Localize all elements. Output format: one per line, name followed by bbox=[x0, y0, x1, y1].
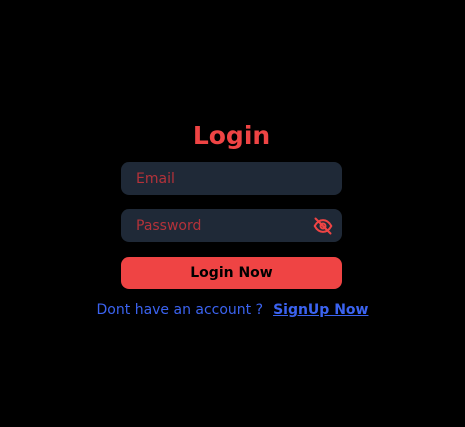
signup-prompt: Dont have an account ? bbox=[96, 302, 264, 318]
password-field[interactable] bbox=[121, 209, 342, 242]
login-title: Login bbox=[192, 121, 271, 150]
password-field-container bbox=[121, 209, 342, 242]
signup-link[interactable]: SignUp Now bbox=[273, 302, 368, 318]
email-field[interactable] bbox=[121, 162, 342, 195]
eye-off-icon[interactable] bbox=[313, 216, 333, 236]
signup-row: Dont have an account ? SignUp Now bbox=[0, 300, 465, 320]
login-form: Login Login Now bbox=[121, 118, 342, 289]
login-button[interactable]: Login Now bbox=[121, 257, 342, 289]
email-field-container bbox=[121, 162, 342, 195]
